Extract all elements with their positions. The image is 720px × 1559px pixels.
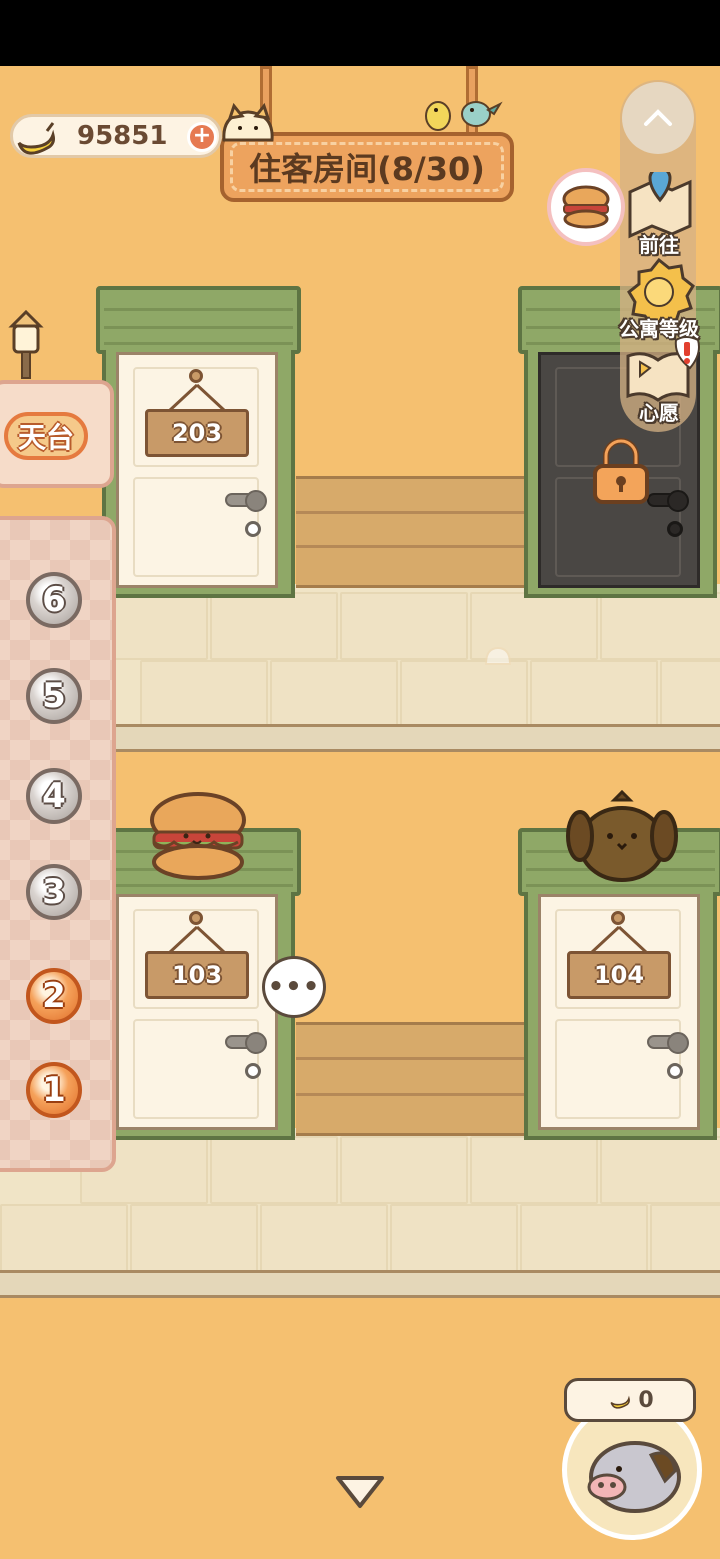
rooftop-panel: 天台 [0, 380, 114, 488]
plus-icon[interactable]: + [187, 122, 217, 152]
floor-1-edge [0, 1270, 720, 1298]
door-handle [225, 1032, 267, 1054]
collapse-toolbar-button[interactable] [622, 82, 694, 154]
chevron-up-icon [644, 109, 672, 126]
room-awning [96, 286, 301, 354]
door-handle [647, 1032, 689, 1054]
lamp-icon [8, 310, 44, 379]
piggy-bank-amount: 0 [638, 1387, 654, 1413]
floor-3-button[interactable]: 3 [26, 864, 82, 920]
sign-nail [611, 911, 625, 925]
piggy-bank-count: 0 [564, 1378, 696, 1422]
burger-resident[interactable] [148, 792, 248, 882]
ghost-icon [484, 646, 512, 665]
sign-nail [189, 911, 203, 925]
banana-icon [17, 122, 55, 155]
rooftop-button[interactable]: 天台 [4, 412, 88, 460]
keyhole [245, 521, 261, 537]
wish-label: 心愿 [639, 401, 679, 425]
floor-1-button[interactable]: 1 [26, 1062, 82, 1118]
cat-icon [222, 102, 274, 142]
room-number-sign: 104 [567, 951, 671, 999]
corridor-upper [296, 476, 524, 588]
corridor-lower [296, 1022, 524, 1136]
floor-selector: 6 5 4 3 2 1 [0, 516, 116, 1172]
floor-5-button[interactable]: 5 [26, 668, 82, 724]
chat-bubble[interactable]: ••• [262, 956, 326, 1018]
door-handle [647, 490, 689, 512]
padlock-icon [593, 438, 649, 504]
keyhole [667, 1063, 683, 1079]
floor-2-button[interactable]: 2 [26, 968, 82, 1024]
goto-button[interactable]: 前往 [620, 166, 698, 257]
apartment-level-button[interactable]: 公寓等级 [619, 256, 699, 341]
room-203[interactable]: 203 [96, 286, 301, 598]
currency-amount: 95851 [77, 121, 168, 151]
keyhole [667, 521, 683, 537]
door-handle [225, 490, 267, 512]
banana-icon [610, 1395, 631, 1409]
currency-display: 95851 + [10, 114, 222, 158]
keyhole [245, 1063, 261, 1079]
goto-label: 前往 [639, 233, 679, 257]
exclamation-icon [674, 336, 700, 370]
room-door[interactable]: 104 [538, 894, 700, 1130]
wish-button[interactable]: 心愿 [620, 336, 700, 425]
page-title: 住客房间(8/30) [230, 142, 504, 192]
room-number-sign: 103 [145, 951, 249, 999]
floor-4-button[interactable]: 4 [26, 768, 82, 824]
floor-6-button[interactable]: 6 [26, 572, 82, 628]
room-number-sign: 203 [145, 409, 249, 457]
dog-resident[interactable] [566, 790, 678, 884]
sign-nail [189, 369, 203, 383]
room-door[interactable]: 203 [116, 352, 278, 588]
pig-icon [587, 1441, 681, 1513]
status-bar [0, 0, 720, 66]
triangle-down-icon[interactable] [332, 1470, 388, 1514]
room-door[interactable]: 103 [116, 894, 278, 1130]
burger-icon [562, 185, 610, 229]
